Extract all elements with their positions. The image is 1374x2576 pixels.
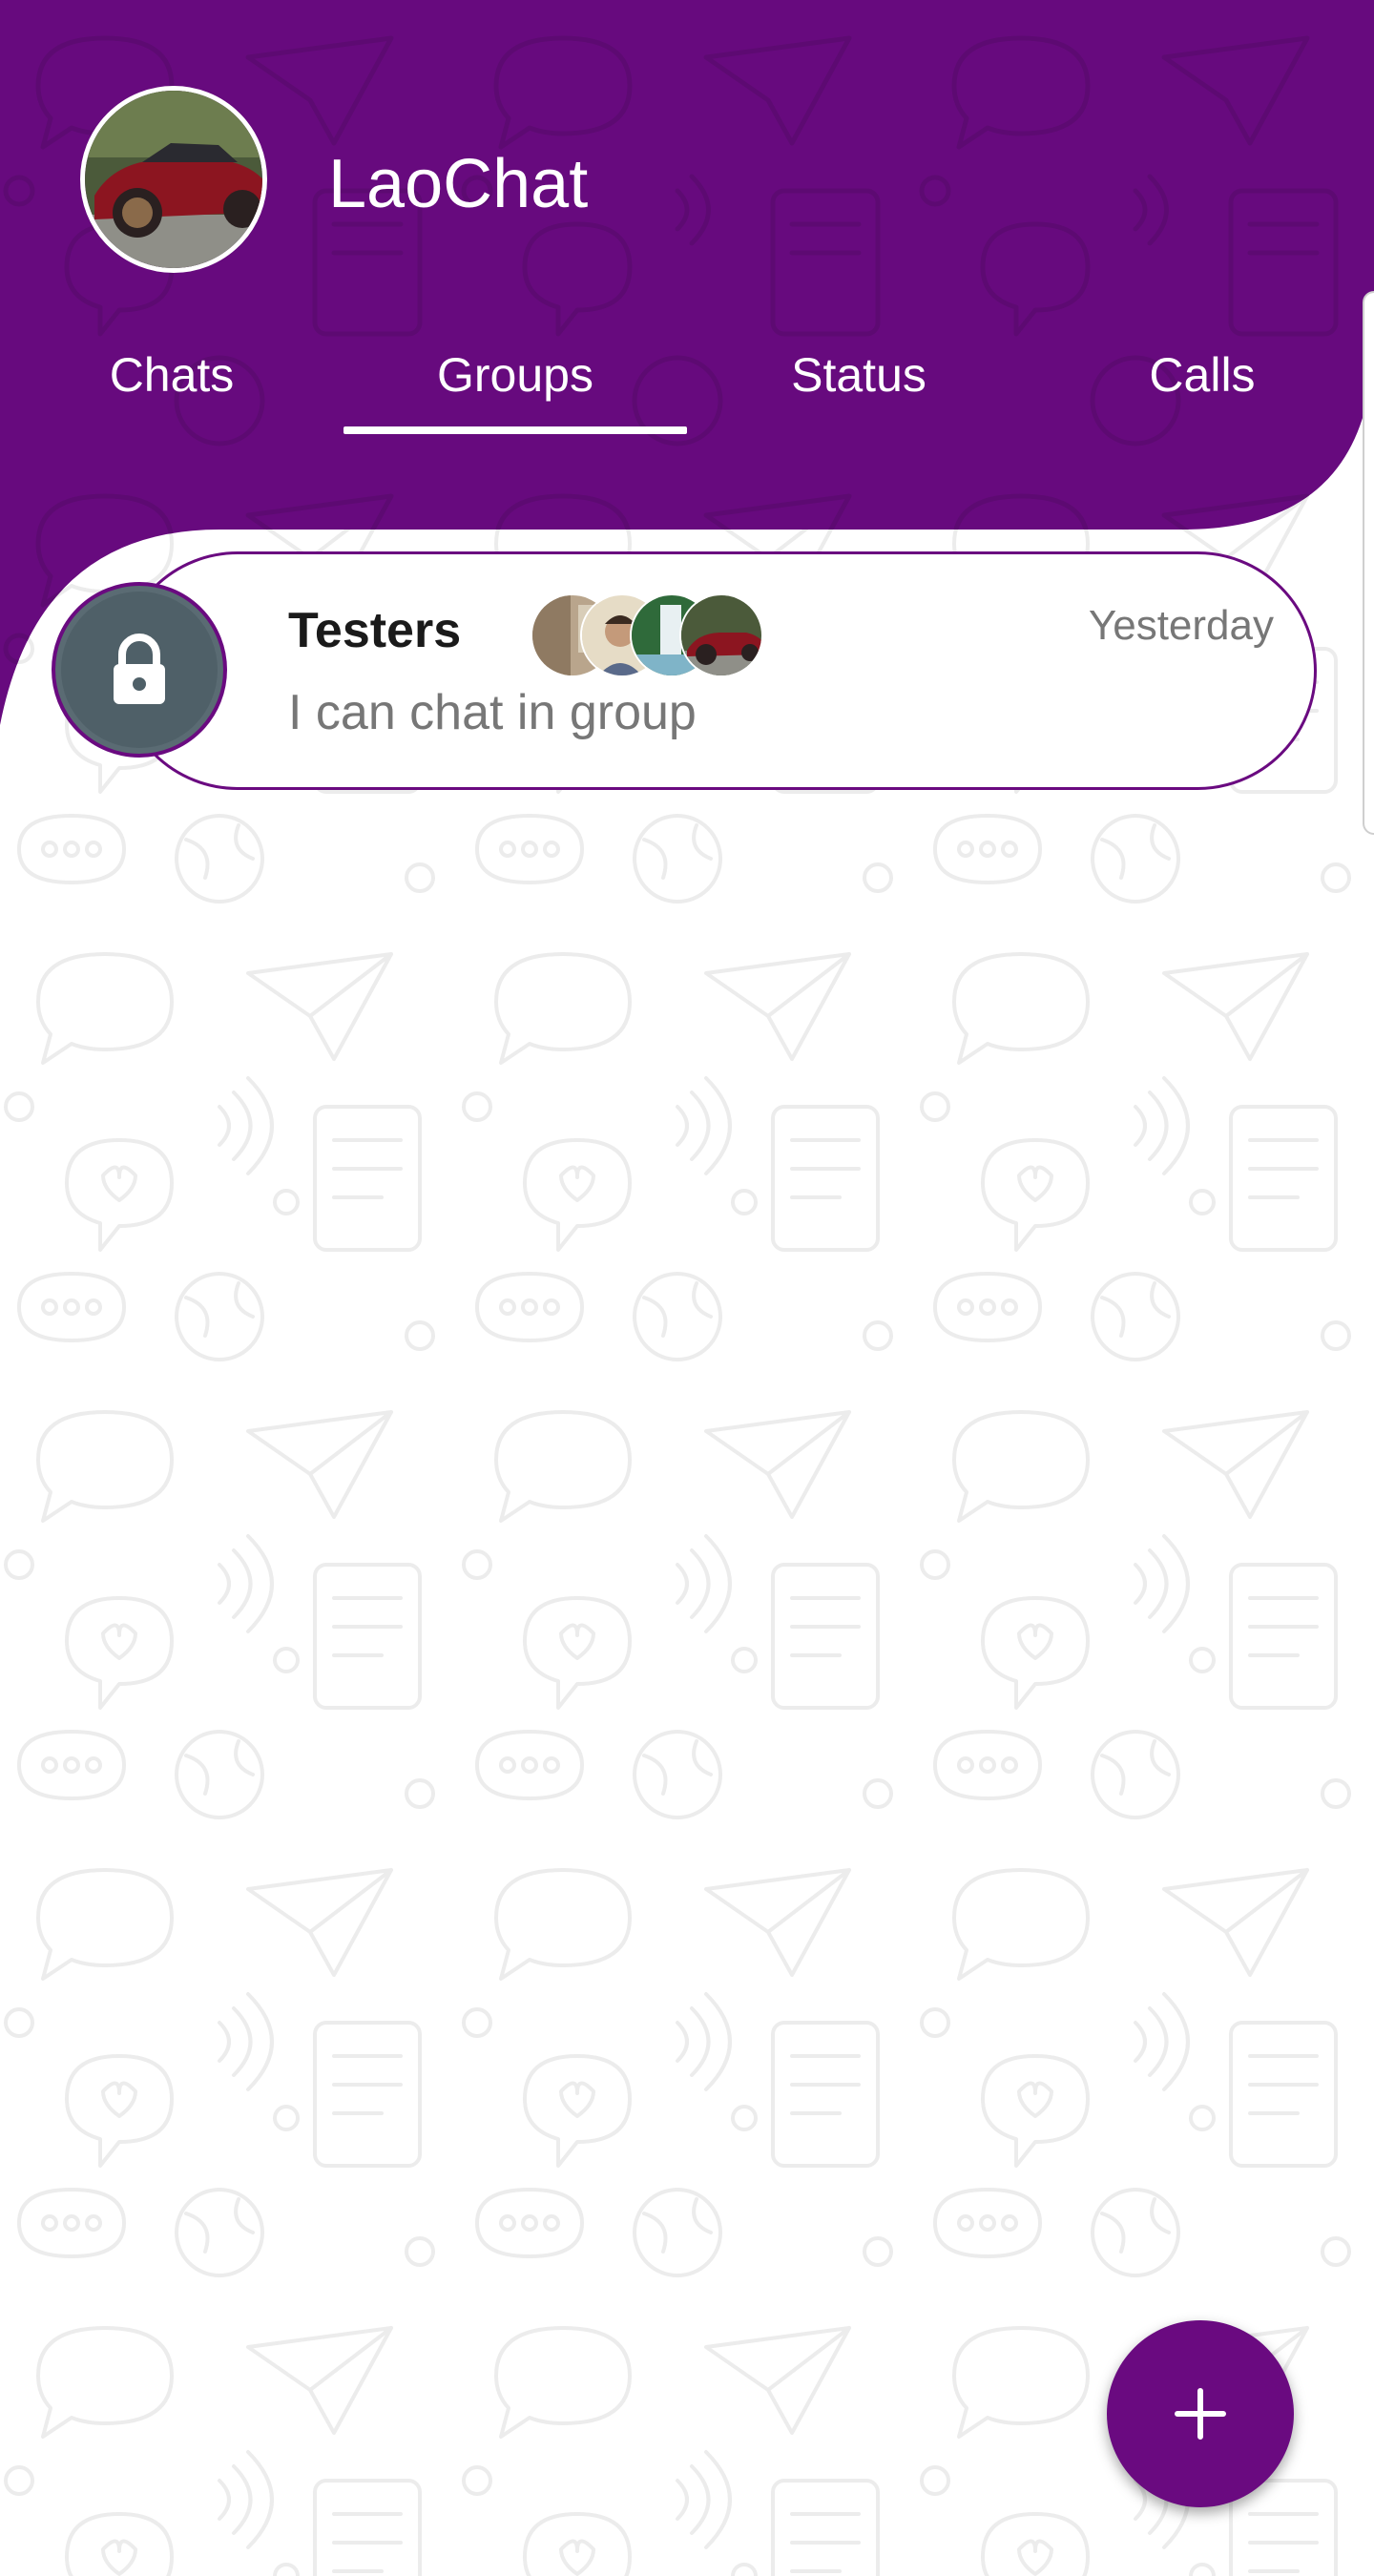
new-group-button[interactable] (1107, 2320, 1294, 2507)
app-header: LaoChat Chats Groups Status Calls (0, 0, 1374, 725)
member-avatar-car (679, 593, 763, 677)
plus-icon (1175, 2388, 1226, 2440)
group-member-avatars (531, 593, 769, 677)
group-last-message: I can chat in group (288, 685, 697, 740)
tab-groups[interactable]: Groups (344, 315, 687, 434)
group-avatar (52, 582, 227, 758)
group-timestamp: Yesterday (1088, 602, 1274, 649)
tab-indicator (344, 426, 687, 434)
tab-calls[interactable]: Calls (1030, 315, 1374, 434)
group-name: Testers (288, 603, 462, 658)
tab-bar: Chats Groups Status Calls (0, 315, 1374, 434)
profile-avatar[interactable] (80, 86, 267, 273)
app-title: LaoChat (328, 146, 589, 222)
lock-icon (114, 634, 165, 704)
tab-status[interactable]: Status (687, 315, 1030, 434)
side-drawer-handle[interactable] (1363, 291, 1374, 835)
tab-chats[interactable]: Chats (0, 315, 344, 434)
